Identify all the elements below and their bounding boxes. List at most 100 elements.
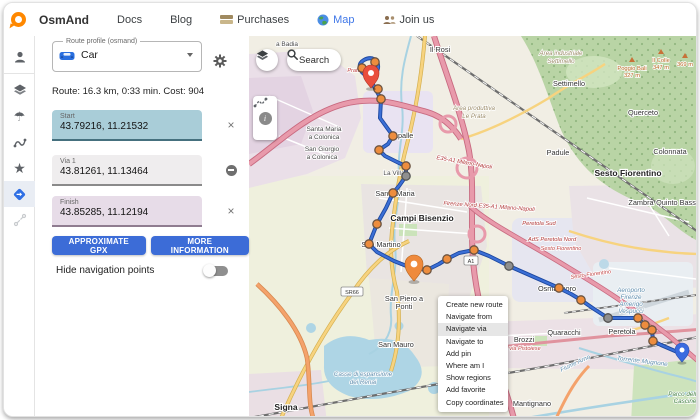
close-icon: × <box>227 119 234 131</box>
hide-nav-points-row: Hide navigation points <box>56 265 228 276</box>
track-icon <box>13 135 27 149</box>
approximate-gpx-button[interactable]: APPROXIMATE GPX <box>52 236 146 255</box>
layers-icon <box>13 83 27 97</box>
map-label: Colonnata <box>653 147 687 156</box>
brand-title[interactable]: OsmAnd <box>39 13 89 27</box>
nav-map[interactable]: Map <box>317 14 354 26</box>
route-point-dot <box>389 132 397 140</box>
more-information-button[interactable]: MORE INFORMATION <box>151 236 249 255</box>
menu-item-show-regions[interactable]: Show regions <box>438 372 508 384</box>
map-label: Le Prata <box>462 113 486 120</box>
globe-icon <box>317 14 329 26</box>
people-icon <box>383 15 396 25</box>
finish-coordinates: 43.85285, 11.12194 <box>60 207 194 218</box>
top-navigation-bar: OsmAnd Docs Blog Purchases Map Join us <box>4 3 696 36</box>
sidebar-divider <box>4 73 34 74</box>
map-label: Amerigo <box>618 301 643 308</box>
remove-via-button[interactable] <box>224 163 238 177</box>
map-label: Santa Maria <box>306 126 341 133</box>
settings-gear-icon[interactable] <box>213 54 227 68</box>
search-label: Search <box>299 55 329 66</box>
map-label: Area industriale <box>539 50 584 57</box>
menu-item-copy-coordinates[interactable]: Copy coordinates <box>438 397 508 409</box>
map-label: Campi Bisenzio <box>390 213 453 223</box>
nav-docs[interactable]: Docs <box>117 14 142 26</box>
sidebar-item-favorites[interactable]: ★ <box>4 155 35 181</box>
layers-icon <box>256 49 269 62</box>
osmand-logo-icon[interactable] <box>11 12 26 27</box>
sidebar-item-plan-route[interactable] <box>4 207 35 233</box>
map-label: Signa <box>274 402 297 412</box>
left-sidebar: ☂ ★ <box>4 36 35 416</box>
menu-item-navigate-from[interactable]: Navigate from <box>438 311 508 323</box>
road-shield-label: A1 <box>468 259 475 265</box>
sidebar-item-weather[interactable]: ☂ <box>4 103 35 129</box>
map-label: dei Renai <box>350 379 377 386</box>
profile-select[interactable]: Car <box>59 45 195 65</box>
umbrella-icon: ☂ <box>14 110 26 123</box>
route-point-dot <box>373 220 381 228</box>
map-label: Quaracchi <box>547 328 581 337</box>
profile-value: Car <box>81 49 181 61</box>
route-summary: Route: 16.3 km, 0:33 min. Cost: 904 <box>52 86 204 97</box>
map-label: Cascine <box>674 398 696 405</box>
menu-item-where-am-i[interactable]: Where am I <box>438 360 508 372</box>
map-label: Settimello <box>547 58 575 65</box>
map-label: Aeroporto <box>616 287 645 294</box>
info-icon[interactable]: i <box>259 112 272 125</box>
route-point-via[interactable]: Via 1 43.81261, 11.13464 <box>52 155 202 186</box>
map-layers-button[interactable] <box>256 49 278 71</box>
map-label: Quinto Basso <box>656 198 696 207</box>
menu-item-navigate-via[interactable]: Navigate via <box>438 323 508 335</box>
menu-item-add-pin[interactable]: Add pin <box>438 348 508 360</box>
sidebar-item-account[interactable] <box>4 44 35 70</box>
menu-item-navigate-to[interactable]: Navigate to <box>438 336 508 348</box>
nav-join-us[interactable]: Join us <box>383 14 435 26</box>
map-label: a Colonica <box>309 134 340 141</box>
map-canvas[interactable]: A1SR66 Poggio Bali327 mIl Colle347 m369 … <box>249 36 696 416</box>
measure-route-icon[interactable] <box>253 96 268 109</box>
peak-elevation: 327 m <box>624 73 640 79</box>
clear-finish-button[interactable]: × <box>224 204 238 218</box>
star-icon: ★ <box>13 161 26 175</box>
sidebar-item-configure-map[interactable] <box>4 77 35 103</box>
map-label: Parco delle <box>668 391 696 398</box>
map-label: San Mauro <box>378 340 414 349</box>
route-point-finish[interactable]: Finish 43.85285, 11.12194 <box>52 196 202 227</box>
nav-blog[interactable]: Blog <box>170 14 192 26</box>
close-icon: × <box>227 205 234 217</box>
map-label: Padule <box>547 148 570 157</box>
sidebar-item-tracks[interactable] <box>4 129 35 155</box>
map-label: Zambra <box>628 198 654 207</box>
finish-label: Finish <box>60 199 194 206</box>
distance-icon <box>13 213 27 227</box>
map-label: Sesto Fiorentino <box>594 168 661 178</box>
route-point-dot <box>365 240 373 248</box>
clear-start-button[interactable]: × <box>224 118 238 132</box>
directions-icon <box>12 187 27 202</box>
person-icon <box>13 50 27 64</box>
chevron-down-icon <box>187 53 193 57</box>
start-coordinates: 43.79216, 11.21532 <box>60 121 194 132</box>
sidebar-item-navigation[interactable] <box>4 181 35 207</box>
map-label: via Pistoiese <box>509 346 540 352</box>
map-label: Area produttiva <box>452 105 496 112</box>
route-point-dot <box>377 95 385 103</box>
route-point-start[interactable]: Start 43.79216, 11.21532 <box>52 110 202 141</box>
hide-navigation-points-toggle[interactable] <box>205 266 228 276</box>
map-label: a Colonica <box>307 154 338 161</box>
nav-purchases[interactable]: Purchases <box>220 14 289 26</box>
route-point-dot <box>648 326 656 334</box>
map-label: Mantignano <box>513 399 551 408</box>
menu-item-add-favorite[interactable]: Add favorite <box>438 384 508 396</box>
toggle-label: Hide navigation points <box>56 265 154 276</box>
map-search-button[interactable]: Search <box>287 49 341 71</box>
map-label: AdS Peretola Nord <box>527 237 577 243</box>
route-point-dot <box>649 337 657 345</box>
map-label: Ponti <box>396 302 413 311</box>
map-label: San Giorgio <box>305 146 340 153</box>
map-label: a Badia <box>276 41 298 48</box>
map-label: Peretola Sud <box>522 221 556 227</box>
map-tools: i <box>253 96 277 140</box>
menu-item-create-new-route[interactable]: Create new route <box>438 299 508 311</box>
